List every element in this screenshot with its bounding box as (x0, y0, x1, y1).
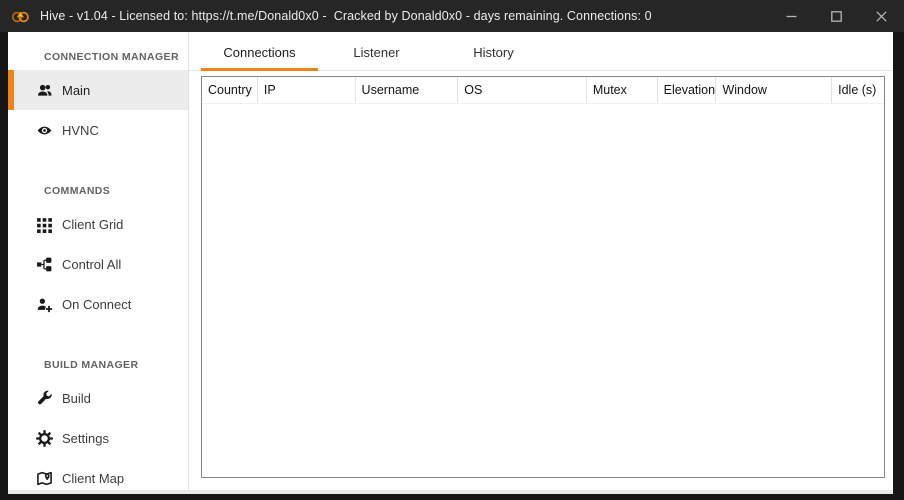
sidebar-item-control-all[interactable]: Control All (8, 244, 188, 284)
connections-table-header: Country IP Username OS Mutex Elevation W… (202, 77, 884, 104)
eye-icon (36, 122, 53, 139)
sidebar-item-label: On Connect (62, 297, 131, 312)
tab-connections[interactable]: Connections (201, 45, 318, 71)
sidebar-item-label: Client Grid (62, 217, 123, 232)
connections-table: Country IP Username OS Mutex Elevation W… (201, 76, 885, 478)
sidebar-item-label: Control All (62, 257, 121, 272)
grid-icon (36, 216, 53, 233)
gear-icon (36, 430, 53, 447)
titlebar: Hive - v1.04 - Licensed to: https://t.me… (0, 0, 904, 32)
close-icon (876, 11, 887, 22)
sidebar-item-label: HVNC (62, 123, 99, 138)
sidebar: CONNECTION MANAGER Main HVNC COMMANDS (8, 32, 189, 490)
wrench-icon (36, 390, 53, 407)
column-header-mutex[interactable]: Mutex (587, 77, 658, 103)
sidebar-item-build[interactable]: Build (8, 378, 188, 418)
window-title: Hive - v1.04 - Licensed to: https://t.me… (40, 9, 652, 23)
sidebar-item-label: Build (62, 391, 91, 406)
window-controls (769, 0, 904, 32)
tabbar: Connections Listener History (189, 45, 893, 71)
tab-history[interactable]: History (435, 45, 552, 71)
column-header-username[interactable]: Username (356, 77, 459, 103)
column-header-window[interactable]: Window (716, 77, 832, 103)
column-header-country[interactable]: Country (202, 77, 258, 103)
column-header-os[interactable]: OS (458, 77, 587, 103)
user-plus-icon (36, 296, 53, 313)
minimize-icon (786, 11, 797, 22)
map-pin-icon (36, 470, 53, 487)
hive-app-window: { "window": { "title": "Hive - v1.04 - L… (0, 0, 904, 500)
sidebar-item-label: Settings (62, 431, 109, 446)
column-header-idle[interactable]: Idle (s) (832, 77, 884, 103)
close-button[interactable] (859, 0, 904, 32)
hierarchy-icon (36, 256, 53, 273)
section-commands: COMMANDS (8, 184, 188, 204)
tab-listener[interactable]: Listener (318, 45, 435, 71)
main-content: Connections Listener History Country IP … (189, 32, 893, 490)
column-header-ip[interactable]: IP (258, 77, 356, 103)
section-build-manager: BUILD MANAGER (8, 358, 188, 378)
sidebar-item-label: Main (62, 83, 90, 98)
minimize-button[interactable] (769, 0, 814, 32)
sidebar-item-client-grid[interactable]: Client Grid (8, 204, 188, 244)
connections-table-body (202, 104, 884, 477)
sidebar-item-settings[interactable]: Settings (8, 418, 188, 458)
maximize-icon (831, 11, 842, 22)
section-connection-manager: CONNECTION MANAGER (8, 50, 188, 70)
sidebar-item-hvnc[interactable]: HVNC (8, 110, 188, 150)
sidebar-item-on-connect[interactable]: On Connect (8, 284, 188, 324)
bottom-frame-strip (8, 490, 893, 494)
sidebar-item-main[interactable]: Main (8, 70, 188, 110)
maximize-button[interactable] (814, 0, 859, 32)
hive-logo-icon (11, 8, 30, 24)
users-icon (36, 82, 53, 99)
column-header-elevation[interactable]: Elevation (658, 77, 717, 103)
sidebar-item-label: Client Map (62, 471, 124, 486)
